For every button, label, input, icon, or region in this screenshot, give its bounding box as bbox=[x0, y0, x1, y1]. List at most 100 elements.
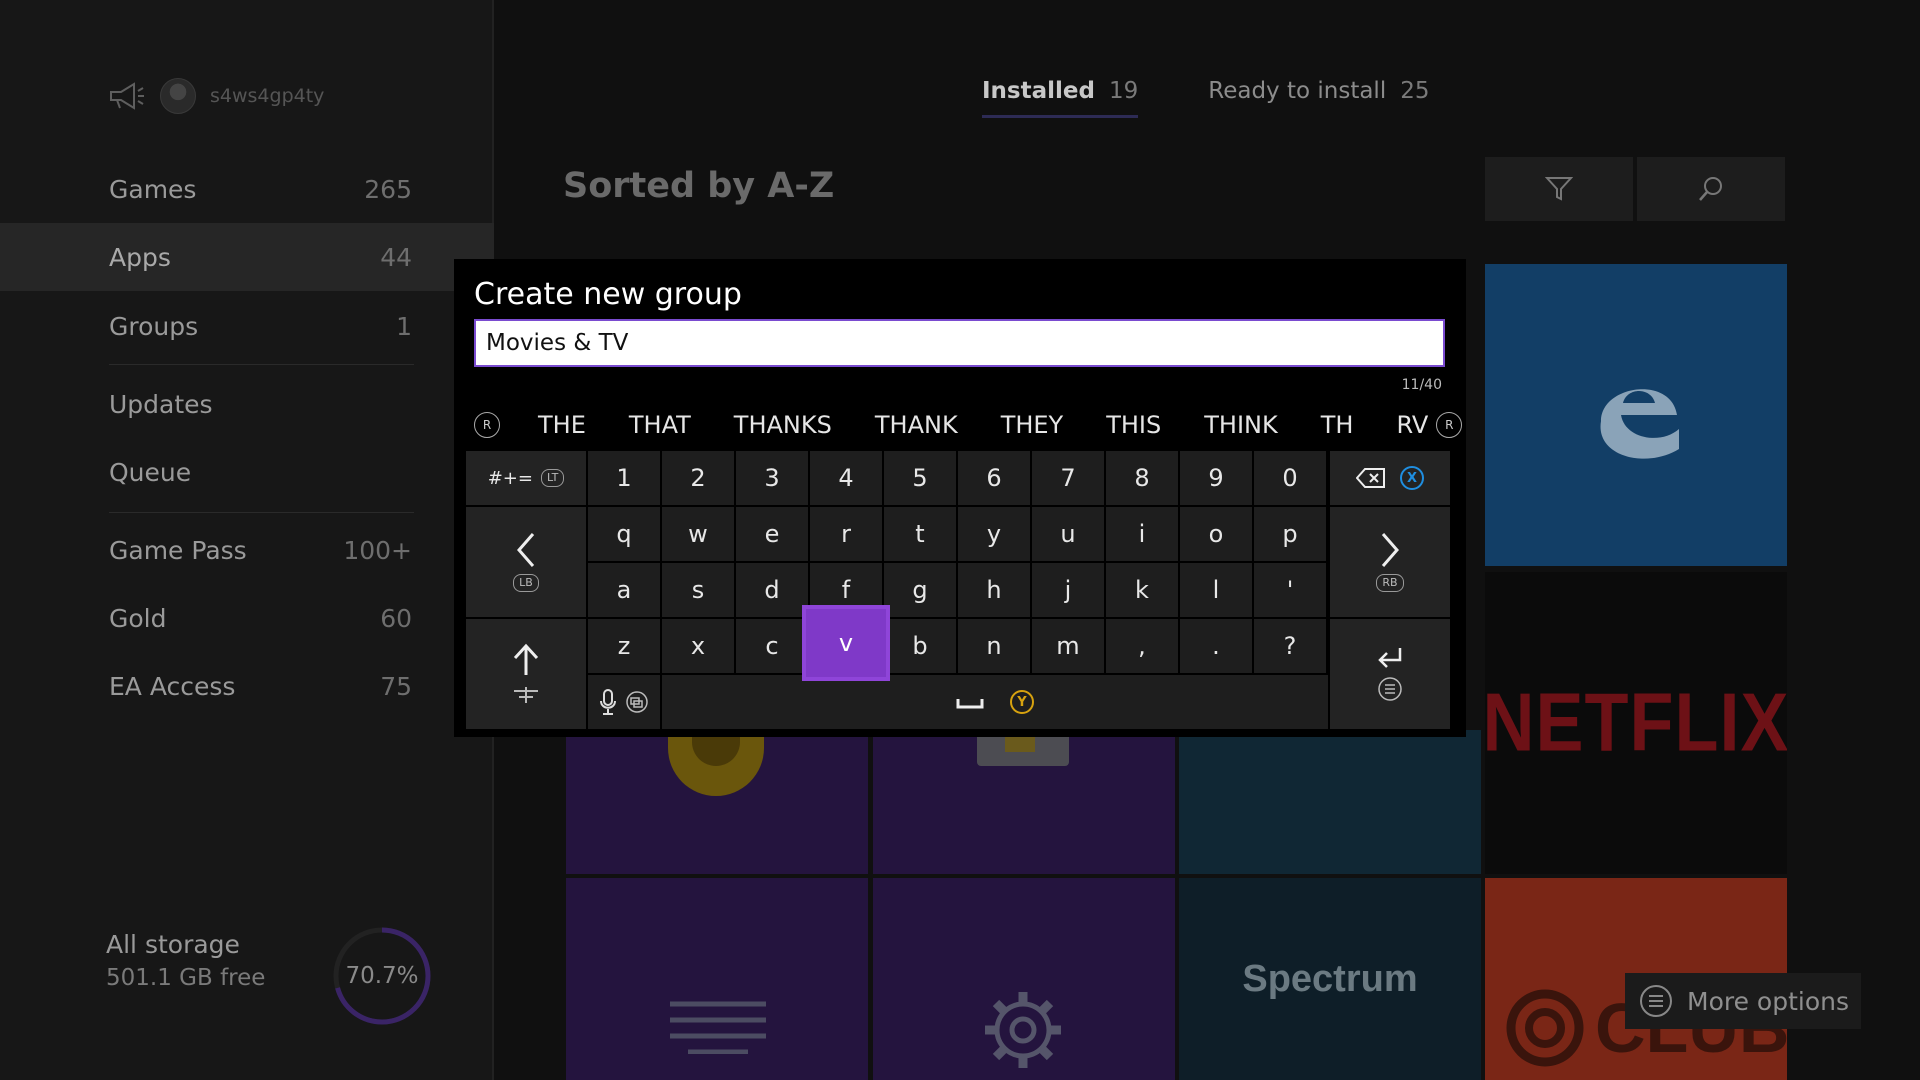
sidebar-item-apps[interactable]: Apps 44 bbox=[0, 223, 494, 291]
key-4[interactable]: 4 bbox=[810, 451, 882, 505]
key-g[interactable]: g bbox=[884, 563, 956, 617]
cursor-left-key[interactable]: LB bbox=[466, 507, 586, 617]
app-tile-netflix[interactable]: NETFLIX bbox=[1485, 572, 1787, 874]
key-symbol[interactable]: ' bbox=[1254, 563, 1326, 617]
arrow-up-icon bbox=[513, 643, 539, 675]
key-u[interactable]: u bbox=[1032, 507, 1104, 561]
sidebar-item-ea-access[interactable]: EA Access 75 bbox=[0, 652, 494, 720]
shift-key[interactable] bbox=[466, 619, 586, 729]
key-j[interactable]: j bbox=[1032, 563, 1104, 617]
sidebar-item-games[interactable]: Games 265 bbox=[0, 155, 494, 223]
avatar[interactable] bbox=[160, 78, 196, 114]
enter-key[interactable] bbox=[1330, 619, 1450, 729]
key-symbol[interactable]: . bbox=[1180, 619, 1252, 673]
sidebar-item-label: Apps bbox=[109, 242, 171, 272]
key-1[interactable]: 1 bbox=[588, 451, 660, 505]
key-9[interactable]: 9 bbox=[1180, 451, 1252, 505]
key-d[interactable]: d bbox=[736, 563, 808, 617]
key-p[interactable]: p bbox=[1254, 507, 1326, 561]
suggestion-item[interactable]: THIS bbox=[1106, 411, 1161, 439]
key-2[interactable]: 2 bbox=[662, 451, 734, 505]
sidebar-item-label: Game Pass bbox=[109, 535, 247, 565]
sidebar-item-label: Groups bbox=[109, 311, 199, 341]
key-k[interactable]: k bbox=[1106, 563, 1178, 617]
key-m[interactable]: m bbox=[1032, 619, 1104, 673]
key-7[interactable]: 7 bbox=[1032, 451, 1104, 505]
key-w[interactable]: w bbox=[662, 507, 734, 561]
key-symbol[interactable]: , bbox=[1106, 619, 1178, 673]
app-tile-edge[interactable] bbox=[1485, 264, 1787, 566]
suggestion-item[interactable]: THE bbox=[538, 411, 586, 439]
key-i[interactable]: i bbox=[1106, 507, 1178, 561]
key-5[interactable]: 5 bbox=[884, 451, 956, 505]
key-s[interactable]: s bbox=[662, 563, 734, 617]
menu-lines-icon bbox=[670, 1001, 766, 1054]
key-c[interactable]: c bbox=[736, 619, 808, 673]
key-b[interactable]: b bbox=[884, 619, 956, 673]
key-symbol[interactable]: ? bbox=[1254, 619, 1326, 673]
backspace-key[interactable]: X bbox=[1330, 451, 1450, 505]
suggestion-item[interactable]: THANK bbox=[875, 411, 958, 439]
suggestion-item[interactable]: TH bbox=[1321, 411, 1354, 439]
storage-ring: 70.7% bbox=[330, 924, 434, 1028]
more-options-label: More options bbox=[1687, 986, 1849, 1016]
key-t[interactable]: t bbox=[884, 507, 956, 561]
app-tile-settings[interactable] bbox=[873, 878, 1175, 1080]
key-n[interactable]: n bbox=[958, 619, 1030, 673]
app-tile-store[interactable] bbox=[873, 730, 1175, 874]
dictation-key[interactable] bbox=[588, 675, 660, 729]
tab-installed[interactable]: Installed 19 bbox=[982, 78, 1139, 118]
sidebar-item-groups[interactable]: Groups 1 bbox=[0, 292, 494, 360]
cursor-right-key[interactable]: RB bbox=[1330, 507, 1450, 617]
symbols-key[interactable]: #+= LT bbox=[466, 451, 586, 505]
app-tile[interactable] bbox=[566, 730, 868, 874]
megaphone-icon[interactable] bbox=[108, 81, 146, 111]
key-r[interactable]: r bbox=[810, 507, 882, 561]
sort-title[interactable]: Sorted by A-Z bbox=[563, 166, 834, 206]
create-group-dialog: Create new group Movies & TV 11/40 R THE… bbox=[454, 259, 1466, 737]
suggestion-item[interactable]: THINK bbox=[1204, 411, 1277, 439]
suggestion-item[interactable]: THAT bbox=[629, 411, 691, 439]
sidebar-item-gold[interactable]: Gold 60 bbox=[0, 584, 494, 652]
key-o[interactable]: o bbox=[1180, 507, 1252, 561]
key-8[interactable]: 8 bbox=[1106, 451, 1178, 505]
key-a[interactable]: a bbox=[588, 563, 660, 617]
key-3[interactable]: 3 bbox=[736, 451, 808, 505]
sidebar-item-queue[interactable]: Queue bbox=[0, 438, 494, 506]
sidebar-item-updates[interactable]: Updates bbox=[0, 370, 494, 438]
rb-badge-icon: RB bbox=[1376, 574, 1404, 592]
app-tile[interactable] bbox=[566, 878, 868, 1080]
space-icon bbox=[956, 699, 984, 709]
key-e[interactable]: e bbox=[736, 507, 808, 561]
suggestion-item[interactable]: THANKS bbox=[734, 411, 832, 439]
app-tile[interactable] bbox=[1179, 730, 1481, 874]
suggestion-left-icon[interactable]: R bbox=[474, 412, 500, 438]
key-l[interactable]: l bbox=[1180, 563, 1252, 617]
tab-bar: Installed 19 Ready to install 25 bbox=[982, 78, 1430, 118]
key-q[interactable]: q bbox=[588, 507, 660, 561]
sidebar-item-label: Updates bbox=[109, 389, 213, 419]
sidebar-item-count: 44 bbox=[380, 242, 412, 272]
more-options-hint[interactable]: More options bbox=[1625, 973, 1861, 1029]
divider bbox=[109, 364, 414, 365]
key-0[interactable]: 0 bbox=[1254, 451, 1326, 505]
tab-ready-to-install[interactable]: Ready to install 25 bbox=[1208, 78, 1429, 118]
enter-icon bbox=[1378, 648, 1402, 668]
key-y[interactable]: y bbox=[958, 507, 1030, 561]
key-6[interactable]: 6 bbox=[958, 451, 1030, 505]
chevron-left-icon bbox=[517, 533, 535, 567]
sidebar-item-game-pass[interactable]: Game Pass 100+ bbox=[0, 516, 494, 584]
key-z[interactable]: z bbox=[588, 619, 660, 673]
suggestion-item[interactable]: THEY bbox=[1001, 411, 1064, 439]
app-tile-spectrum[interactable]: Spectrum bbox=[1179, 878, 1481, 1080]
search-button[interactable] bbox=[1637, 157, 1785, 221]
key-x[interactable]: x bbox=[662, 619, 734, 673]
suggestion-right-icon[interactable]: R bbox=[1436, 412, 1463, 438]
profile-header[interactable]: s4ws4gp4ty bbox=[108, 78, 324, 114]
filter-button[interactable] bbox=[1485, 157, 1633, 221]
suggestion-item[interactable]: RV bbox=[1396, 411, 1428, 439]
key-h[interactable]: h bbox=[958, 563, 1030, 617]
space-key[interactable]: Y bbox=[662, 675, 1328, 729]
key-v[interactable]: v bbox=[802, 605, 890, 681]
group-name-input[interactable]: Movies & TV bbox=[474, 319, 1445, 367]
